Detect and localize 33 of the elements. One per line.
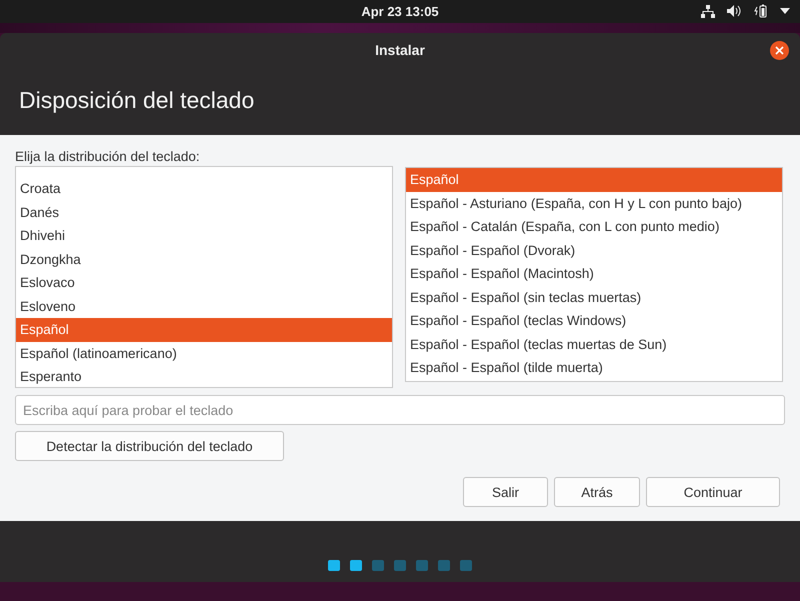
layout-item[interactable]: Esloveno [16,294,392,318]
volume-icon[interactable] [727,5,742,17]
layout-item[interactable]: Dzongkha [16,248,392,271]
test-field[interactable]: Escriba aquí para probar el teclado [15,395,785,425]
detect-button[interactable]: Detectar la distribución del teclado [15,431,284,461]
layout-item[interactable]: Español [16,318,392,342]
continue-button[interactable]: Continuar [646,477,780,507]
layout-item[interactable]: Eslovaco [16,271,392,294]
layout-item[interactable]: Español (latinoamericano) [16,342,392,365]
page-heading: Disposición del teclado [18,86,256,115]
quit-button[interactable]: Salir [463,477,548,507]
close-button[interactable] [770,41,789,60]
layout-item[interactable]: Esperanto [16,365,392,387]
variant-item[interactable]: Español - Español (sin teclas muertas) [406,286,782,309]
clock[interactable]: Apr 23 13:05 [361,4,439,19]
variant-item[interactable]: Español - Español (teclas Windows) [406,309,782,332]
layout-item[interactable]: Croata [16,177,392,200]
window-title: Instalar [375,42,425,58]
back-button[interactable]: Atrás [554,477,640,507]
variant-item[interactable]: Español [406,168,782,192]
variant-item[interactable]: Español - Español (Dvorak) [406,238,782,262]
variant-item[interactable]: Español - Español (teclas muertas de Sun) [406,332,782,356]
layout-item[interactable]: Danés [16,200,392,224]
variant-item[interactable]: Español - Catalán (España, con L con punto medio) [406,215,782,238]
caret-icon[interactable] [780,8,790,14]
variant-item[interactable]: Español - Español (tilde muerta) [406,356,782,380]
prompt-label: Elija la distribución del teclado: [15,149,201,164]
variant-item[interactable]: Español - Asturiano (España, con H y L con punto bajo) [406,192,782,215]
battery-icon[interactable] [754,4,768,18]
layout-item[interactable]: Dhivehi [16,224,392,248]
variant-item[interactable]: Español - Español (Macintosh) [406,262,782,286]
close-icon [775,46,784,55]
network-icon[interactable] [701,4,715,18]
